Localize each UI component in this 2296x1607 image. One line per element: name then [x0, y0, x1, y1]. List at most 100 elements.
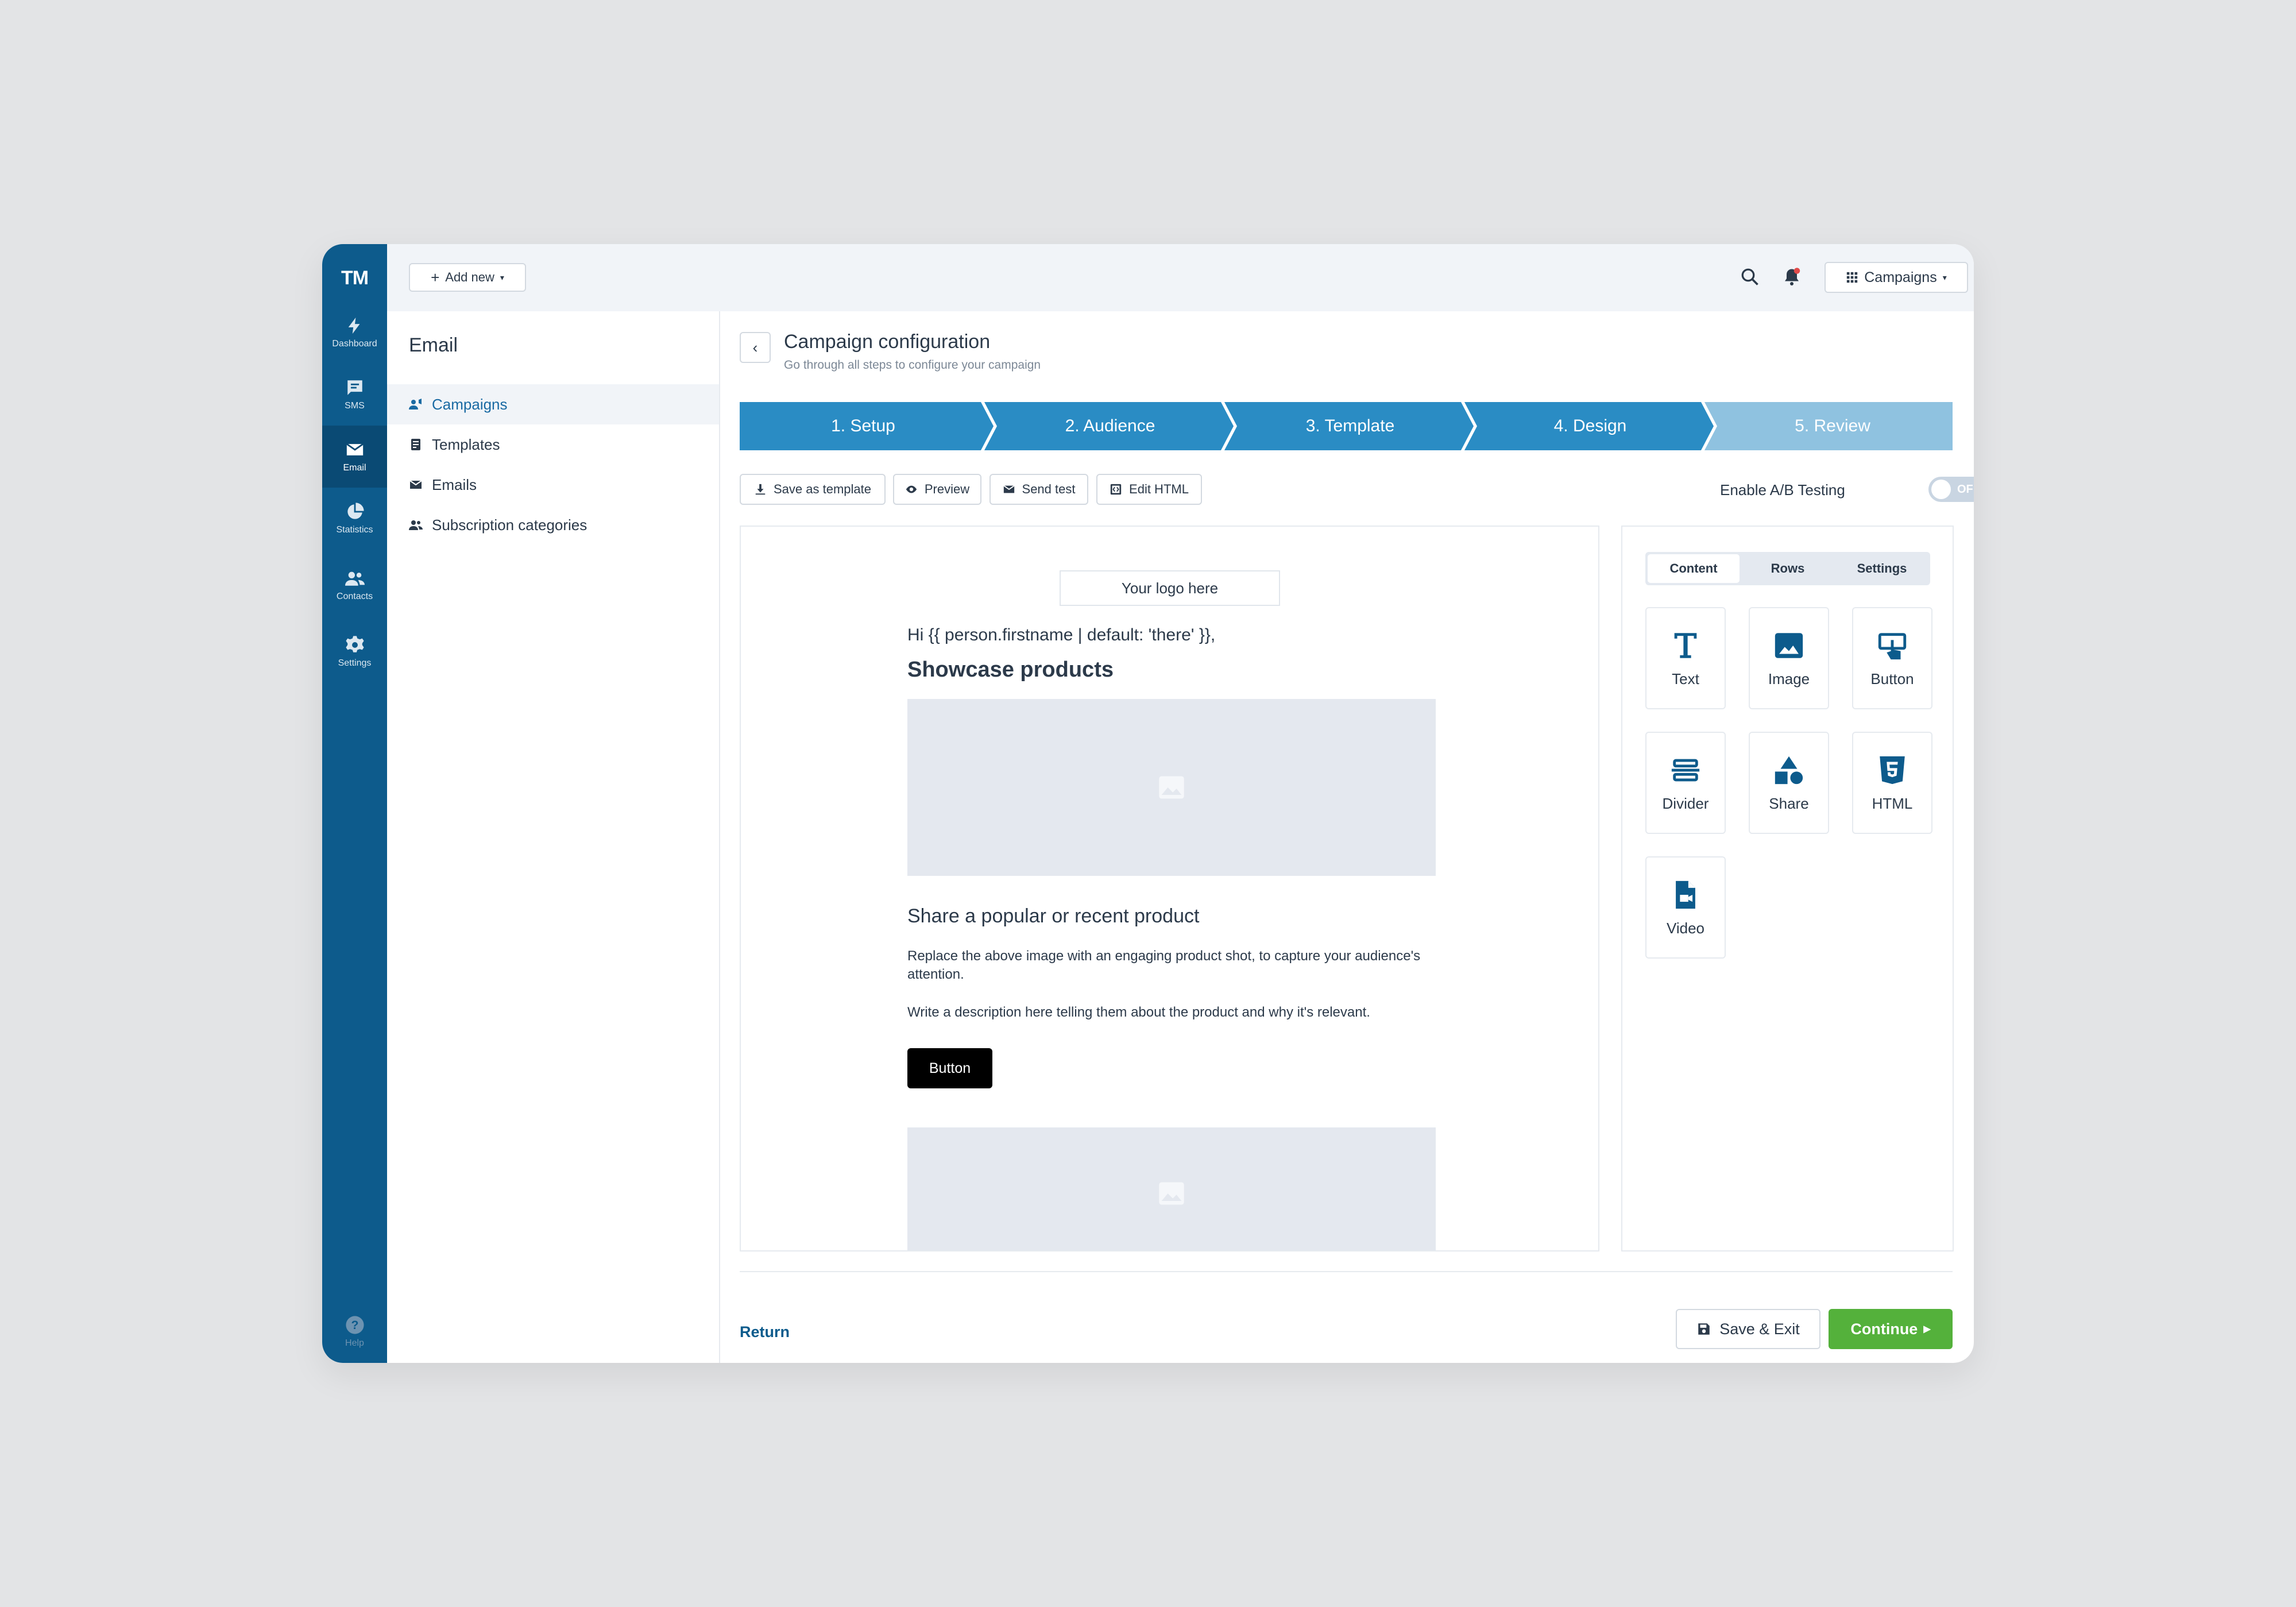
email-paragraph[interactable]: Replace the above image with an engaging…	[907, 947, 1436, 984]
step-progress: 1. Setup 2. Audience 3. Template 4. Desi…	[740, 402, 1953, 450]
play-arrow-icon: ▶	[1923, 1324, 1931, 1334]
subnav-item-label: Campaigns	[432, 395, 508, 413]
save-exit-button[interactable]: Save & Exit	[1676, 1309, 1820, 1349]
subnav-item-templates[interactable]: Templates	[387, 424, 719, 465]
subnav-item-emails[interactable]: Emails	[387, 465, 719, 505]
tab-settings[interactable]: Settings	[1836, 554, 1928, 583]
code-box-icon	[1110, 484, 1122, 495]
block-label: Share	[1769, 794, 1809, 812]
toggle-state: OFF	[1957, 483, 1974, 496]
block-label: Button	[1870, 670, 1914, 687]
rail-item-help[interactable]: ? Help	[322, 1301, 387, 1363]
button-click-icon	[1878, 632, 1907, 659]
icon-rail: TM Dashboard SMS Email Statistics Contac…	[322, 244, 387, 1363]
chevron-left-icon: ‹	[752, 338, 758, 356]
block-divider[interactable]: Divider	[1645, 732, 1726, 834]
email-paragraph[interactable]: Write a description here telling them ab…	[907, 1003, 1436, 1022]
block-label: HTML	[1872, 794, 1913, 812]
rail-item-label: Email	[343, 463, 366, 473]
caret-down-icon: ▾	[1942, 272, 1947, 282]
image-icon	[1775, 632, 1803, 658]
subnav-item-label: Subscription categories	[432, 516, 587, 534]
block-share[interactable]: Share	[1749, 732, 1829, 834]
save-exit-label: Save & Exit	[1719, 1320, 1800, 1338]
download-icon	[755, 484, 766, 495]
continue-button[interactable]: Continue ▶	[1829, 1309, 1953, 1349]
main-content: ‹ Campaign configuration Go through all …	[719, 311, 1974, 1363]
image-icon	[1159, 1182, 1184, 1205]
ab-testing-label: Enable A/B Testing	[1720, 481, 1845, 499]
video-file-icon	[1676, 880, 1695, 909]
pie-chart-icon	[347, 503, 364, 519]
block-label: Image	[1768, 670, 1810, 687]
preview-button[interactable]: Preview	[893, 474, 981, 505]
block-label: Text	[1672, 670, 1699, 687]
footer-divider	[740, 1271, 1953, 1272]
save-as-template-label: Save as template	[774, 482, 871, 496]
block-html[interactable]: HTML	[1852, 732, 1932, 834]
block-label: Video	[1666, 919, 1705, 937]
subnav-title: Email	[409, 334, 458, 356]
text-icon	[1674, 632, 1697, 658]
divider-icon	[1671, 759, 1700, 781]
page-subtitle: Go through all steps to configure your c…	[784, 358, 1041, 372]
send-test-button[interactable]: Send test	[989, 474, 1088, 505]
tab-rows[interactable]: Rows	[1742, 554, 1834, 583]
image-icon	[1159, 776, 1184, 799]
rail-item-sms[interactable]: SMS	[322, 364, 387, 426]
people-icon	[345, 571, 365, 586]
save-as-template-button[interactable]: Save as template	[740, 474, 886, 505]
workspace-select[interactable]: Campaigns ▾	[1825, 262, 1968, 293]
return-link[interactable]: Return	[740, 1323, 790, 1341]
rail-item-label: SMS	[345, 401, 365, 411]
logo-placeholder[interactable]: Your logo here	[1060, 570, 1280, 606]
block-button[interactable]: Button	[1852, 607, 1932, 709]
bell-icon[interactable]	[1781, 266, 1802, 288]
email-cta-button[interactable]: Button	[907, 1048, 992, 1088]
rail-item-settings[interactable]: Settings	[322, 621, 387, 683]
block-video[interactable]: Video	[1645, 856, 1726, 959]
search-icon[interactable]	[1740, 266, 1760, 287]
app-logo[interactable]: TM	[322, 267, 387, 289]
add-new-label: Add new	[445, 270, 494, 284]
caret-down-icon: ▾	[500, 272, 504, 282]
rail-item-email[interactable]: Email	[322, 426, 387, 488]
mail-icon	[1003, 485, 1015, 493]
edit-html-button[interactable]: Edit HTML	[1096, 474, 1202, 505]
subnav-item-label: Emails	[432, 476, 477, 493]
email-heading[interactable]: Showcase products	[907, 658, 1114, 682]
subnav-item-campaigns[interactable]: Campaigns	[387, 384, 719, 424]
gear-icon	[345, 636, 364, 652]
block-label: Divider	[1662, 794, 1709, 812]
rail-item-contacts[interactable]: Contacts	[322, 554, 387, 616]
preview-label: Preview	[924, 482, 970, 496]
email-canvas[interactable]: Your logo here Hi {{ person.firstname | …	[740, 526, 1599, 1251]
image-placeholder[interactable]	[907, 699, 1436, 876]
email-greeting[interactable]: Hi {{ person.firstname | default: 'there…	[907, 625, 1215, 645]
toggle-knob	[1931, 480, 1951, 499]
step-setup[interactable]: 1. Setup	[740, 402, 987, 450]
rail-item-statistics[interactable]: Statistics	[322, 488, 387, 550]
panel-tabs: Content Rows Settings	[1645, 552, 1930, 585]
svg-text:?: ?	[351, 1318, 358, 1332]
block-text[interactable]: Text	[1645, 607, 1726, 709]
step-template[interactable]: 3. Template	[1232, 402, 1468, 450]
page-title: Campaign configuration	[784, 331, 991, 353]
builder-panel: Content Rows Settings Text Image Button …	[1621, 526, 1954, 1251]
subnav-item-subscription-categories[interactable]: Subscription categories	[387, 505, 719, 545]
step-audience[interactable]: 2. Audience	[992, 402, 1228, 450]
block-image[interactable]: Image	[1749, 607, 1829, 709]
mail-icon	[409, 480, 422, 489]
back-button[interactable]: ‹	[740, 332, 771, 363]
step-review[interactable]: 5. Review	[1713, 402, 1953, 450]
chat-icon	[347, 380, 362, 395]
top-bar: + Add new ▾ Campaigns ▾ RD	[387, 244, 1974, 311]
rail-item-dashboard[interactable]: Dashboard	[322, 302, 387, 364]
workspace-select-label: Campaigns	[1864, 269, 1937, 285]
add-new-button[interactable]: + Add new ▾	[409, 263, 526, 292]
tab-content[interactable]: Content	[1648, 554, 1740, 583]
ab-testing-toggle[interactable]: OFF	[1928, 477, 1974, 502]
image-placeholder[interactable]	[907, 1127, 1436, 1250]
email-subheading[interactable]: Share a popular or recent product	[907, 905, 1199, 928]
step-design[interactable]: 4. Design	[1472, 402, 1708, 450]
